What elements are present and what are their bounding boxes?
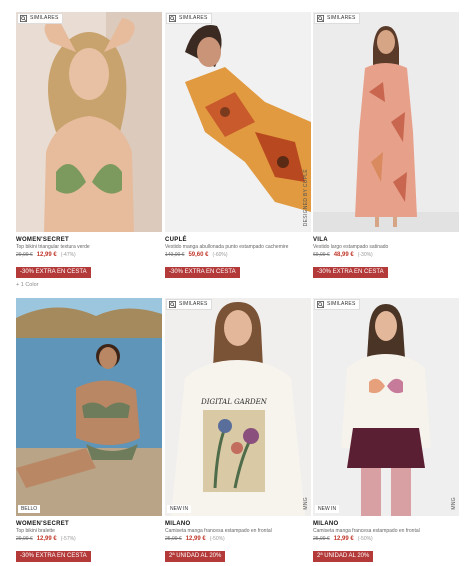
similar-icon: [317, 301, 324, 308]
discount-percent: (-47%): [60, 252, 76, 258]
original-price: 29,99 €: [16, 252, 33, 258]
brand-watermark: MNG: [451, 497, 457, 510]
new-in-tag: NEW IN: [315, 505, 340, 513]
product-image[interactable]: SIMILARES: [16, 12, 162, 232]
product-image[interactable]: SIMILARES DESIGNED BY CUPLÉ: [165, 12, 311, 232]
brand-watermark: MNG: [303, 497, 309, 510]
discount-percent: (-60%): [212, 252, 228, 258]
promo-badge: -30% EXTRA EN CESTA: [16, 551, 91, 562]
promo-badge: 2ª UNIDAD AL 20%: [313, 551, 374, 562]
brand-tag: BELLO: [18, 505, 41, 513]
similar-button[interactable]: SIMILARES: [17, 13, 64, 24]
product-brand: MILANO: [165, 521, 191, 527]
sale-price: 59,60 €: [188, 252, 209, 258]
promo-badge: -30% EXTRA EN CESTA: [313, 267, 388, 278]
product-image[interactable]: BELLO: [16, 298, 162, 516]
product-card[interactable]: SIMILARES NEW IN MNG MILANO Camiseta man…: [313, 298, 459, 562]
similar-button[interactable]: SIMILARES: [314, 13, 361, 24]
bikini-top-photo: [16, 12, 162, 232]
bikini-beach-photo: [16, 298, 162, 516]
sale-price: 48,99 €: [333, 252, 354, 258]
original-price: 25,99 €: [165, 536, 182, 542]
original-price: 149,00 €: [165, 252, 185, 258]
similar-label: SIMILARES: [327, 15, 356, 21]
product-image[interactable]: DIGITAL GARDEN SIMILARES NEW IN MNG: [165, 298, 311, 516]
product-card[interactable]: BELLO WOMEN'SECRET Top bikini bralette 2…: [16, 298, 162, 562]
similar-icon: [169, 15, 176, 22]
shirt-print-text: DIGITAL GARDEN: [200, 398, 268, 406]
long-dress-photo: [313, 12, 459, 232]
product-brand: WOMEN'SECRET: [16, 237, 70, 243]
similar-icon: [169, 301, 176, 308]
product-card[interactable]: DIGITAL GARDEN SIMILARES NEW IN MNG MILA…: [165, 298, 311, 562]
promo-badge: -30% EXTRA EN CESTA: [16, 267, 91, 278]
product-brand: WOMEN'SECRET: [16, 521, 70, 527]
similar-icon: [20, 15, 27, 22]
product-brand: CUPLÉ: [165, 237, 187, 243]
sale-price: 12,99 €: [36, 536, 57, 542]
butterfly-tshirt-photo: [313, 298, 459, 516]
product-image[interactable]: SIMILARES: [313, 12, 459, 232]
similar-label: SIMILARES: [30, 15, 59, 21]
new-in-tag: NEW IN: [167, 505, 192, 513]
printed-tshirt-photo: DIGITAL GARDEN: [165, 298, 311, 516]
product-card[interactable]: SIMILARES VILA Vestido largo estampado s…: [313, 12, 459, 278]
similar-button[interactable]: SIMILARES: [314, 299, 361, 310]
product-description[interactable]: Vestido largo estampado satinado: [313, 244, 459, 251]
product-description[interactable]: Vestido manga abullonada punto estampado…: [165, 244, 311, 251]
product-description[interactable]: Top bikini bralette: [16, 528, 162, 535]
sale-price: 12,99 €: [333, 536, 354, 542]
product-card[interactable]: SIMILARES WOMEN'SECRET Top bikini triang…: [16, 12, 162, 288]
similar-button[interactable]: SIMILARES: [166, 299, 213, 310]
similar-icon: [317, 15, 324, 22]
sale-price: 12,99 €: [185, 536, 206, 542]
product-brand: MILANO: [313, 521, 339, 527]
similar-label: SIMILARES: [179, 15, 208, 21]
dress-photo: [165, 12, 311, 232]
product-description[interactable]: Camiseta manga francesa estampado en fro…: [313, 528, 459, 535]
product-card[interactable]: SIMILARES DESIGNED BY CUPLÉ CUPLÉ Vestid…: [165, 12, 311, 278]
promo-badge: 2ª UNIDAD AL 20%: [165, 551, 226, 562]
product-brand: VILA: [313, 237, 328, 243]
similar-label: SIMILARES: [327, 301, 356, 307]
original-price: 69,99 €: [313, 252, 330, 258]
discount-percent: (-30%): [357, 252, 373, 258]
discount-percent: (-50%): [209, 536, 225, 542]
promo-badge: -30% EXTRA EN CESTA: [165, 267, 240, 278]
product-description[interactable]: Camiseta manga francesa estampado en fro…: [165, 528, 311, 535]
sale-price: 12,99 €: [36, 252, 57, 258]
similar-label: SIMILARES: [179, 301, 208, 307]
similar-button[interactable]: SIMILARES: [166, 13, 213, 24]
more-colors-link[interactable]: + 1 Color: [16, 282, 162, 288]
discount-percent: (-50%): [357, 536, 373, 542]
brand-watermark: DESIGNED BY CUPLÉ: [303, 168, 309, 226]
product-description[interactable]: Top bikini triangular textura verde: [16, 244, 162, 251]
discount-percent: (-57%): [60, 536, 76, 542]
original-price: 25,99 €: [313, 536, 330, 542]
original-price: 29,99 €: [16, 536, 33, 542]
product-image[interactable]: SIMILARES NEW IN MNG: [313, 298, 459, 516]
